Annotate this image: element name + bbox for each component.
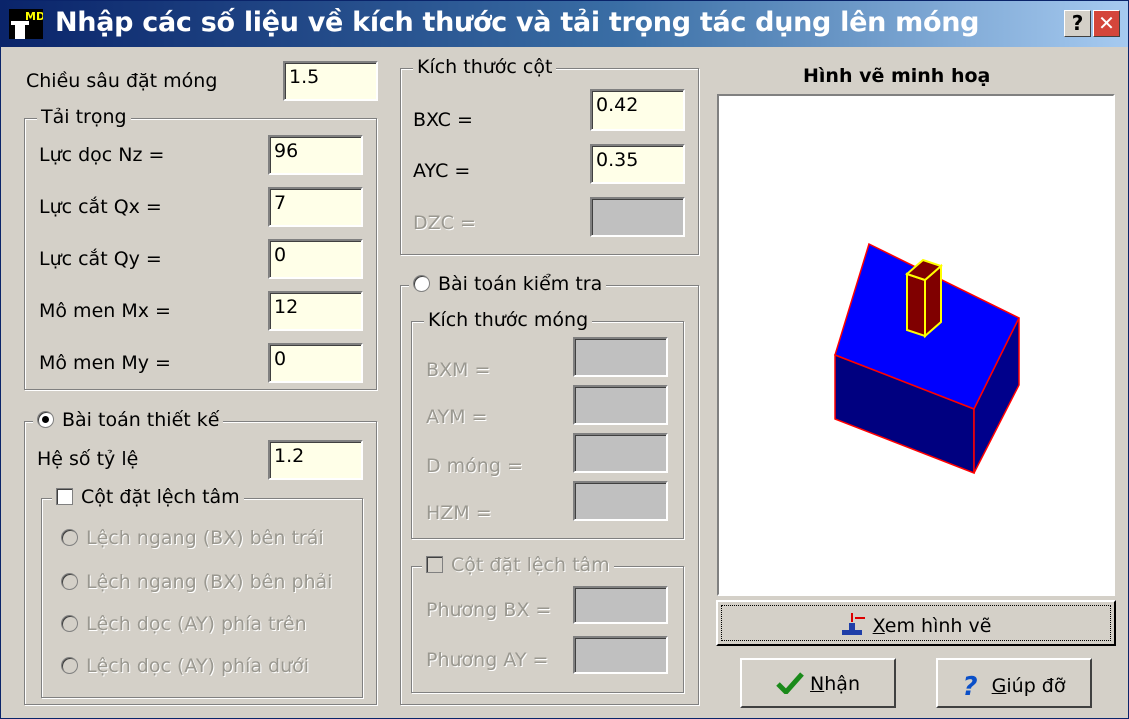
footing-drawing	[834, 242, 1021, 475]
check-eccentric-checkbox[interactable]: Cột đặt lệch tâm	[422, 554, 614, 576]
qy-input[interactable]: 0	[268, 239, 363, 279]
close-title-button[interactable]: ✕	[1093, 10, 1120, 37]
qy-label: Lực cắt Qy =	[39, 248, 162, 270]
offset-option-label: Lệch dọc (AY) phía trên	[86, 613, 307, 635]
design-radio[interactable]: Bài toán thiết kế	[33, 409, 224, 431]
design-eccentric-checkbox[interactable]: Cột đặt lệch tâm	[52, 486, 244, 508]
column-front-face	[906, 272, 926, 338]
check-radio-dot[interactable]	[413, 275, 430, 292]
offset-radio[interactable]	[61, 529, 78, 546]
preview-title: Hình vẽ minh hoạ	[803, 65, 991, 87]
close-icon: ✕	[1098, 11, 1115, 35]
footing-group-title: Kích thước móng	[424, 309, 593, 331]
bxc-input[interactable]: 0.42	[590, 89, 685, 131]
dialog-window: MD Nhập các số liệu về kích thước và tải…	[0, 0, 1129, 719]
check-eccentric-label: Cột đặt lệch tâm	[451, 554, 610, 576]
ok-button[interactable]: Nhận	[740, 658, 896, 708]
dzc-label: DZC =	[413, 212, 476, 234]
question-icon: ?	[962, 672, 978, 702]
check-radio[interactable]: Bài toán kiểm tra	[409, 273, 607, 295]
depth-label: Chiều sâu đặt móng	[26, 70, 218, 92]
design-eccentric-label: Cột đặt lệch tâm	[81, 486, 240, 508]
my-input[interactable]: 0	[268, 343, 363, 383]
check-eccentric-check-box[interactable]	[426, 556, 443, 573]
bx-input[interactable]	[573, 586, 668, 624]
help-title-button[interactable]: ?	[1064, 10, 1091, 37]
ratio-input[interactable]: 1.2	[268, 440, 363, 480]
offset-option-label: Lệch ngang (BX) bên trái	[86, 527, 324, 549]
ratio-label: Hệ số tỷ lệ	[37, 448, 139, 470]
dmong-input[interactable]	[573, 433, 668, 473]
title-bar[interactable]: MD Nhập các số liệu về kích thước và tải…	[1, 1, 1128, 47]
offset-option-label: Lệch ngang (BX) bên phải	[86, 571, 333, 593]
mx-label: Mô men Mx =	[39, 300, 171, 322]
view-drawing-label: Xem hình vẽ	[872, 615, 992, 637]
help-label: Giúp đỡ	[991, 675, 1066, 697]
mx-input[interactable]: 12	[268, 291, 363, 331]
offset-radio[interactable]	[61, 615, 78, 632]
preview-canvas	[717, 94, 1115, 596]
ayc-label: AYC =	[413, 160, 471, 182]
column-group-title: Kích thước cột	[413, 56, 557, 78]
qx-input[interactable]: 7	[268, 187, 363, 227]
checkmark-icon	[776, 672, 804, 696]
ok-label: Nhận	[810, 673, 860, 695]
bxm-label: BXM =	[426, 359, 491, 381]
help-button[interactable]: ? Giúp đỡ	[936, 658, 1092, 708]
offset-option[interactable]: Lệch ngang (BX) bên trái	[61, 527, 324, 549]
offset-radio[interactable]	[61, 573, 78, 590]
design-radio-label: Bài toán thiết kế	[62, 409, 220, 431]
svg-text:MD: MD	[25, 10, 43, 23]
loads-group-title: Tải trọng	[37, 106, 131, 128]
qx-label: Lực cắt Qx =	[39, 196, 162, 218]
my-label: Mô men My =	[39, 352, 171, 374]
window-title: Nhập các số liệu về kích thước và tải tr…	[55, 7, 980, 38]
offset-option-label: Lệch dọc (AY) phía dưới	[86, 655, 310, 677]
dmong-label: D móng =	[426, 455, 523, 477]
offset-radio[interactable]	[61, 657, 78, 674]
bxc-label: BXC =	[413, 109, 473, 131]
offset-option[interactable]: Lệch dọc (AY) phía trên	[61, 613, 307, 635]
view-drawing-button[interactable]: Xem hình vẽ	[716, 600, 1116, 646]
help-icon: ?	[1071, 11, 1084, 35]
hzm-input[interactable]	[573, 481, 668, 521]
ayc-input[interactable]: 0.35	[590, 144, 685, 184]
design-radio-dot[interactable]	[37, 411, 54, 428]
offset-option[interactable]: Lệch dọc (AY) phía dưới	[61, 655, 309, 677]
app-icon: MD	[9, 9, 43, 39]
check-radio-label: Bài toán kiểm tra	[438, 273, 603, 295]
aym-input[interactable]	[573, 385, 668, 425]
bx-label: Phương BX =	[426, 599, 552, 621]
bxm-input[interactable]	[573, 337, 668, 377]
depth-input[interactable]: 1.5	[283, 61, 378, 101]
nz-input[interactable]: 96	[268, 135, 363, 175]
hzm-label: HZM =	[426, 502, 492, 524]
drawing-icon	[841, 613, 865, 635]
dzc-input[interactable]	[590, 197, 685, 237]
offset-option[interactable]: Lệch ngang (BX) bên phải	[61, 571, 332, 593]
ay-label: Phương AY =	[426, 649, 549, 671]
nz-label: Lực dọc Nz =	[39, 144, 165, 166]
design-eccentric-check-box[interactable]	[56, 488, 73, 505]
ay-input[interactable]	[573, 636, 668, 674]
aym-label: AYM =	[426, 406, 488, 428]
